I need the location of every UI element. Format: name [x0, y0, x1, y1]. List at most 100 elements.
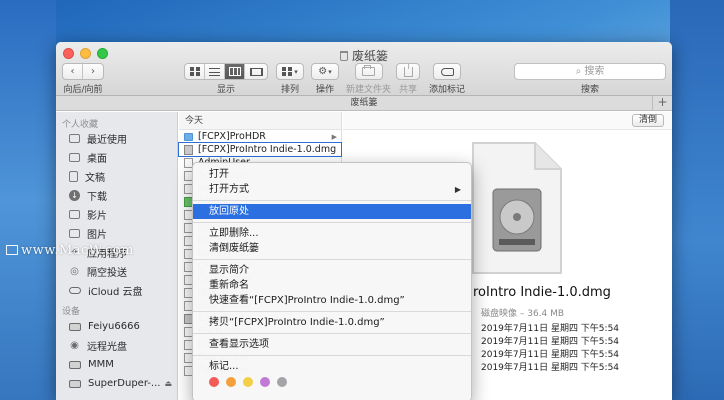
- sidebar-item-label: Feiyu6666: [88, 321, 140, 332]
- file-row[interactable]: [FCPX]ProIntro Indie-1.0.dmg: [178, 142, 342, 157]
- file-row[interactable]: [FCPX]ProHDR ▶: [179, 130, 341, 143]
- new-folder-button[interactable]: [356, 64, 382, 79]
- view-group: 显示: [184, 63, 268, 95]
- preview-date: 2019年7月11日 星期四 下午5:54: [481, 350, 620, 360]
- sidebar-item-movies[interactable]: 影片: [56, 205, 177, 224]
- search-label: 搜索: [580, 85, 599, 95]
- share-group: 共享: [396, 63, 420, 95]
- sidebar-item-label: 远程光盘: [87, 342, 127, 353]
- empty-trash-button[interactable]: 清倒: [631, 114, 664, 127]
- sidebar-item-label: 下载: [87, 192, 107, 203]
- new-folder-label: 新建文件夹: [346, 85, 392, 95]
- list-view-button[interactable]: [205, 64, 225, 79]
- sidebar-item-recents[interactable]: 最近使用: [56, 129, 177, 148]
- watermark: www.MacW.com: [6, 243, 134, 258]
- favorites-header: 个人收藏: [62, 120, 99, 130]
- preview-kind: 磁盘映像 – 36.4 MB: [481, 309, 565, 319]
- computer-icon: [69, 322, 81, 331]
- menu-item-tags[interactable]: 标记...: [193, 359, 471, 374]
- disk-icon: [69, 379, 81, 388]
- tag-color-dot[interactable]: [260, 377, 270, 387]
- menu-item-get-info[interactable]: 显示简介: [193, 263, 471, 278]
- sidebar-item-label: 桌面: [87, 154, 107, 165]
- sidebar-item-desktop[interactable]: 桌面: [56, 148, 177, 167]
- menu-item-copy[interactable]: 拷贝“[FCPX]ProIntro Indie-1.0.dmg”: [193, 315, 471, 330]
- view-label: 显示: [216, 85, 235, 95]
- sidebar-item-label: SuperDuper-...: [88, 378, 161, 389]
- window-title: 废纸篓: [56, 47, 672, 64]
- eject-icon[interactable]: ⏏: [164, 379, 172, 388]
- chevron-down-icon: ▾: [294, 67, 298, 76]
- search-input[interactable]: ⌕ 搜索: [514, 63, 666, 80]
- menu-item-view-options[interactable]: 查看显示选项: [193, 337, 471, 352]
- tag-color-row: [193, 377, 471, 387]
- icon-view-button[interactable]: [185, 64, 205, 79]
- devices-header: 设备: [62, 307, 81, 317]
- menu-item-delete-immediately[interactable]: 立即删除...: [193, 226, 471, 241]
- tag-icon: [440, 67, 454, 76]
- action-button[interactable]: ⚙ ▾: [312, 64, 338, 79]
- sidebar-item-icloud[interactable]: iCloud 云盘: [56, 281, 177, 300]
- sidebar-item-computer[interactable]: Feiyu6666: [56, 317, 177, 336]
- menu-item-put-back[interactable]: 放回原处: [193, 204, 471, 219]
- sidebar-item-label: 图片: [87, 230, 107, 241]
- menu-item-empty-trash[interactable]: 清倒废纸篓: [193, 241, 471, 256]
- tag-color-dot[interactable]: [226, 377, 236, 387]
- share-button[interactable]: [397, 64, 419, 79]
- tag-color-dot[interactable]: [243, 377, 253, 387]
- downloads-icon: ↓: [69, 190, 80, 201]
- preview-filename: roIntro Indie-1.0.dmg: [473, 285, 611, 300]
- disk-image-icon: [184, 144, 193, 155]
- tag-color-dot[interactable]: [277, 377, 287, 387]
- sidebar-item-downloads[interactable]: ↓ 下载: [56, 186, 177, 205]
- sidebar-item-pictures[interactable]: 图片: [56, 224, 177, 243]
- movies-icon: [69, 210, 80, 219]
- chevron-right-icon: ›: [91, 66, 95, 77]
- share-label: 共享: [398, 85, 417, 95]
- file-name: [FCPX]ProHDR: [198, 131, 266, 142]
- trash-icon: [339, 51, 348, 61]
- sidebar-item-remote-disc[interactable]: ◉ 远程光盘: [56, 336, 177, 355]
- sort-label: 排列: [280, 85, 299, 95]
- gallery-view-button[interactable]: [245, 64, 267, 79]
- preview-date: 2019年7月11日 星期四 下午5:54: [481, 324, 620, 334]
- sidebar-item-label: MMM: [88, 359, 114, 370]
- remote-disc-icon: ◉: [70, 340, 79, 351]
- menu-item-quick-look[interactable]: 快速查看“[FCPX]ProIntro Indie-1.0.dmg”: [193, 293, 471, 308]
- share-icon: [403, 64, 413, 77]
- column-header: 今天: [179, 112, 341, 130]
- preview-date: 2019年7月11日 星期四 下午5:54: [481, 363, 620, 373]
- arrange-icon: [282, 67, 293, 76]
- folder-icon: [184, 132, 193, 141]
- watermark-text: www.MacW.com: [21, 243, 134, 258]
- new-tab-button[interactable]: +: [652, 96, 672, 110]
- tag-color-dot[interactable]: [209, 377, 219, 387]
- column-view-button[interactable]: [225, 64, 245, 79]
- sidebar-item-airdrop[interactable]: ◎ 隔空投送: [56, 262, 177, 281]
- sidebar-item-mmm[interactable]: MMM: [56, 355, 177, 374]
- menu-item-open-with[interactable]: 打开方式 ▶: [193, 182, 471, 197]
- icloud-icon: [69, 287, 81, 294]
- forward-button[interactable]: ›: [83, 64, 103, 79]
- columns-icon: [228, 67, 241, 76]
- context-menu: 打开 打开方式 ▶ 放回原处 立即删除... 清倒废纸篓 显示简介 重新命名 快速…: [192, 162, 472, 400]
- menu-item-label: 打开方式: [209, 184, 249, 195]
- sidebar-item-superduper[interactable]: SuperDuper-... ⏏: [56, 374, 177, 393]
- tags-label: 添加标记: [429, 85, 466, 95]
- menu-item-open[interactable]: 打开: [193, 167, 471, 182]
- watermark-icon: [6, 245, 18, 255]
- desktop-icon: [69, 153, 80, 162]
- menu-item-rename[interactable]: 重新命名: [193, 278, 471, 293]
- preview-date: 2019年7月11日 星期四 下午5:54: [481, 337, 620, 347]
- tab-title[interactable]: 废纸篓: [350, 98, 377, 108]
- chevron-down-icon: ▾: [328, 67, 332, 76]
- action-group: ⚙ ▾ 操作: [311, 63, 339, 95]
- list-icon: [209, 67, 220, 76]
- new-folder-group: 新建文件夹: [346, 63, 391, 95]
- back-button[interactable]: ‹: [63, 64, 83, 79]
- sidebar-item-documents[interactable]: 文稿: [56, 167, 177, 186]
- sort-button[interactable]: ▾: [277, 64, 303, 79]
- disclosure-arrow-icon: ▶: [331, 132, 337, 141]
- menu-separator: [193, 222, 471, 223]
- tags-button[interactable]: [434, 64, 460, 79]
